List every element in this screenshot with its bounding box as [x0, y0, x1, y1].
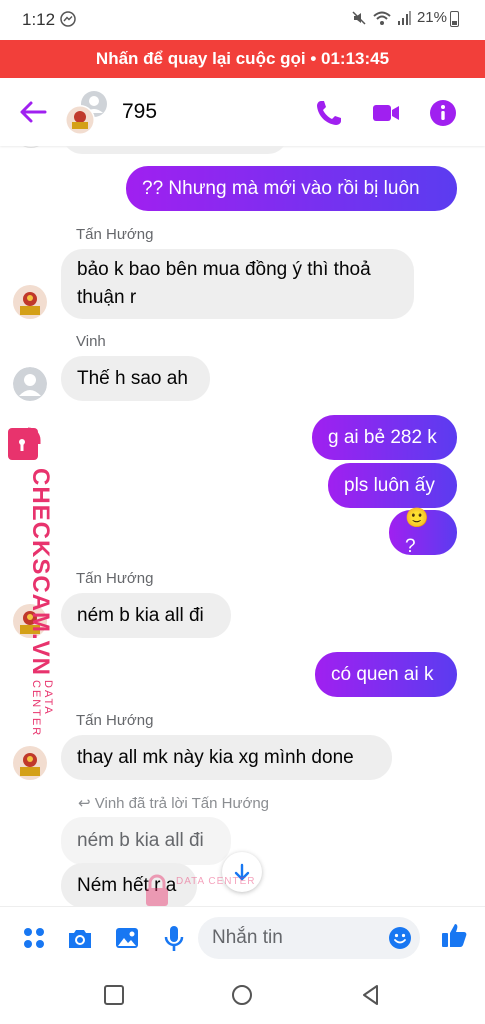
reply-arrow-icon: ↩	[78, 795, 91, 812]
group-avatar[interactable]	[64, 90, 110, 136]
incoming-message[interactable]: ném b kia all đi	[61, 593, 231, 638]
system-nav-bar	[0, 968, 485, 1024]
message-composer: Nhắn tin	[0, 906, 485, 968]
messenger-notification-icon	[60, 11, 76, 27]
outgoing-message[interactable]: 🙂 ?	[389, 508, 457, 557]
conversation-title: 795	[122, 100, 158, 123]
outgoing-message[interactable]: có quen ai k	[315, 652, 457, 697]
video-call-icon[interactable]	[371, 98, 401, 128]
wifi-icon	[373, 11, 391, 25]
battery-percent: 21%	[416, 9, 447, 26]
outgoing-message[interactable]: pls luôn ấy	[328, 463, 457, 508]
voice-call-icon[interactable]	[314, 98, 344, 128]
previous-message-edge	[62, 146, 288, 154]
incoming-message[interactable]: Thế h sao ah	[61, 356, 210, 401]
sender-name: Tấn Hướng	[76, 570, 154, 587]
watermark-center: DATA CENTER	[144, 874, 304, 906]
emoji-icon[interactable]	[388, 926, 412, 950]
watermark-tagline-text: DATA CENTER	[30, 680, 54, 738]
message-text: ?? Nhưng mà mới vào rồi bị luôn	[142, 177, 420, 199]
call-banner-text: Nhấn để quay lại cuộc gọi • 01:13:45	[95, 49, 390, 68]
conversation-header: 795	[0, 78, 485, 146]
message-text-line: thuận r	[77, 287, 137, 308]
reply-indicator: ↩ Vinh đã trả lời Tấn Hướng	[78, 794, 269, 812]
status-bar: 1:12 21%	[0, 0, 485, 40]
mute-icon	[352, 10, 366, 25]
lock-logo-icon	[146, 874, 168, 906]
sender-name: Tấn Hướng	[76, 226, 154, 243]
watermark-text: CHECKSCAM.VN DATA CENTER	[8, 468, 54, 737]
message-input[interactable]: Nhắn tin	[198, 917, 420, 959]
status-time: 1:12	[22, 10, 56, 29]
recent-apps-icon[interactable]	[103, 984, 125, 1006]
watermark-tagline: DATA CENTER	[176, 876, 256, 887]
gallery-icon[interactable]	[113, 924, 141, 952]
previous-avatar-edge	[14, 146, 48, 148]
sender-name: Vinh	[76, 333, 106, 350]
outgoing-message[interactable]: g ai bẻ 282 k	[312, 415, 457, 460]
message-text: thay all mk này kia xg mình done	[77, 746, 354, 768]
sender-avatar[interactable]	[13, 285, 47, 319]
message-text: có quen ai k	[331, 663, 434, 685]
message-text: g ai bẻ 282 k	[328, 426, 437, 448]
quoted-message[interactable]: ném b kia all đi	[61, 817, 231, 865]
battery-icon	[450, 11, 459, 27]
watermark-brand: CHECKSCAM.VN DATA CENTER	[4, 422, 54, 737]
camera-icon[interactable]	[66, 924, 94, 952]
microphone-icon[interactable]	[160, 924, 188, 952]
message-text: Thế h sao ah	[77, 367, 188, 389]
message-text: pls luôn ấy	[344, 474, 435, 496]
message-text: ném b kia all đi	[77, 604, 204, 626]
back-nav-icon[interactable]	[360, 984, 382, 1006]
status-right: 21%	[351, 9, 447, 26]
more-actions-icon[interactable]	[20, 924, 48, 952]
back-arrow-icon[interactable]	[18, 98, 48, 126]
sender-avatar[interactable]	[13, 746, 47, 780]
quoted-text: ném b kia all đi	[77, 830, 204, 851]
home-icon[interactable]	[231, 984, 253, 1006]
reply-note: Vinh đã trả lời Tấn Hướng	[94, 795, 270, 812]
info-icon[interactable]	[428, 98, 458, 128]
message-text-line: bảo k bao bên mua đồng ý thì thoả	[77, 259, 371, 280]
return-to-call-banner[interactable]: Nhấn để quay lại cuộc gọi • 01:13:45	[0, 40, 485, 78]
lock-logo-icon	[8, 427, 41, 460]
signal-icon	[397, 10, 411, 25]
incoming-message[interactable]: thay all mk này kia xg mình done	[61, 735, 392, 780]
default-avatar[interactable]	[13, 367, 47, 401]
outgoing-message[interactable]: ?? Nhưng mà mới vào rồi bị luôn	[126, 166, 457, 211]
watermark-brand-text: CHECKSCAM.VN	[27, 468, 54, 677]
incoming-message[interactable]: bảo k bao bên mua đồng ý thì thoả thuận …	[61, 249, 414, 319]
message-list[interactable]: ?? Nhưng mà mới vào rồi bị luôn Tấn Hướn…	[0, 146, 485, 906]
thumbs-up-icon[interactable]	[440, 921, 468, 949]
message-text: 🙂 ?	[405, 507, 429, 557]
message-input-placeholder: Nhắn tin	[212, 927, 283, 948]
sender-name: Tấn Hướng	[76, 712, 154, 729]
